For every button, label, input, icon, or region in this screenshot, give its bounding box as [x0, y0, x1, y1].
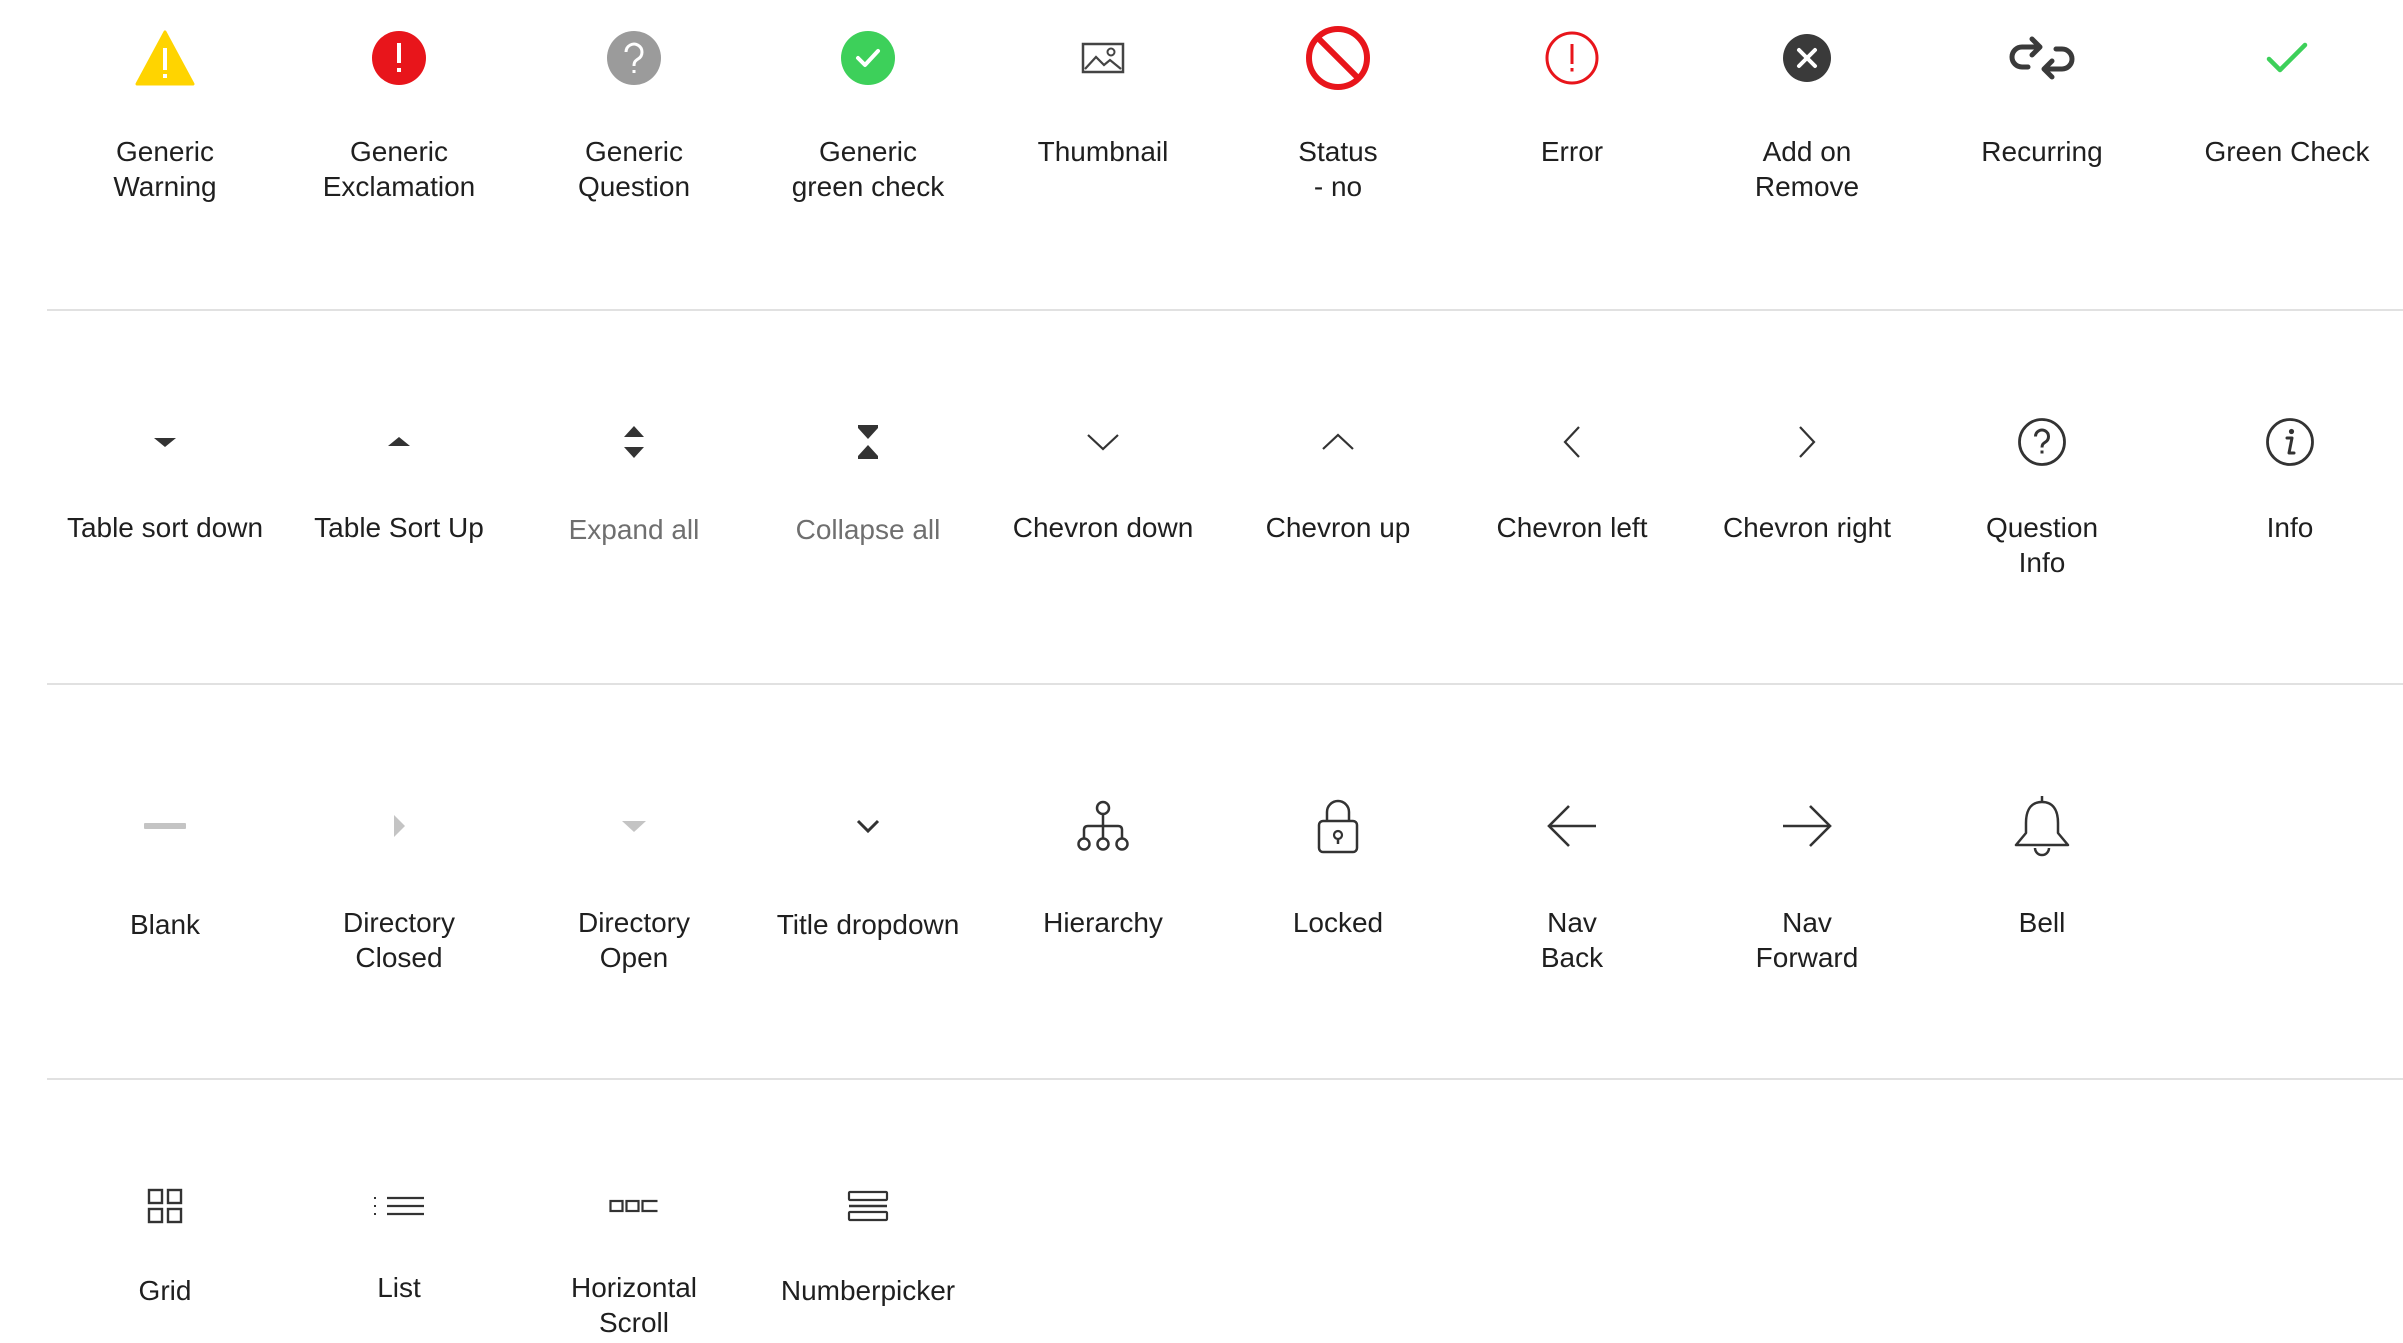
exclamation-icon: [359, 18, 439, 98]
question-icon: [594, 18, 674, 98]
list-icon[interactable]: [359, 1166, 439, 1246]
expand-all-icon[interactable]: [594, 402, 674, 482]
icon-label: Grid: [138, 1275, 192, 1306]
arrow-right-icon[interactable]: [1767, 786, 1847, 866]
row-divider: [47, 683, 2403, 685]
icon-label: Chevron up: [1265, 512, 1411, 543]
icon-label: Title dropdown: [776, 909, 960, 940]
remove-icon[interactable]: [1767, 18, 1847, 98]
icon-label: Numberpicker: [780, 1275, 956, 1306]
sort-down-icon[interactable]: [125, 402, 205, 482]
icon-label: Generic Question: [577, 136, 691, 202]
icon-label: Generic Warning: [113, 136, 217, 202]
lock-icon: [1298, 786, 1378, 866]
icon-label: Expand all: [568, 514, 700, 545]
icon-label: Status - no: [1298, 136, 1378, 202]
icon-label: Bell: [2018, 907, 2066, 938]
icon-label: Chevron down: [1012, 512, 1194, 543]
icon-label: Generic Exclamation: [322, 136, 476, 202]
icon-label: Recurring: [1981, 136, 2103, 167]
chevron-left-icon[interactable]: [1532, 402, 1612, 482]
arrow-left-icon[interactable]: [1532, 786, 1612, 866]
blank-icon: [125, 786, 205, 866]
icon-label: Table Sort Up: [314, 512, 484, 543]
icon-label: Horizontal Scroll: [570, 1272, 698, 1338]
icon-label: Info: [2266, 512, 2314, 543]
icon-label: List: [377, 1272, 421, 1303]
chevron-down-icon[interactable]: [1063, 402, 1143, 482]
icon-label: Generic green check: [791, 136, 945, 202]
warning-icon: [125, 18, 205, 98]
icon-label: Hierarchy: [1043, 907, 1163, 938]
question-info-icon[interactable]: [2002, 402, 2082, 482]
hierarchy-icon: [1063, 786, 1143, 866]
icon-label: Nav Back: [1540, 907, 1604, 973]
bell-icon[interactable]: [2002, 786, 2082, 866]
info-icon[interactable]: [2250, 402, 2330, 482]
error-icon: [1532, 18, 1612, 98]
icon-label: Table sort down: [66, 512, 264, 543]
icon-label: Green Check: [2204, 136, 2370, 167]
chevron-up-icon[interactable]: [1298, 402, 1378, 482]
directory-open-icon[interactable]: [594, 786, 674, 866]
recurring-icon: [2002, 18, 2082, 98]
icon-label: Directory Open: [577, 907, 690, 973]
icon-label: Question Info: [1985, 512, 2099, 578]
directory-closed-icon[interactable]: [359, 786, 439, 866]
horizontal-scroll-icon[interactable]: [594, 1166, 674, 1246]
check-icon: [2247, 18, 2327, 98]
sort-up-icon[interactable]: [359, 402, 439, 482]
numberpicker-icon[interactable]: [828, 1166, 908, 1246]
collapse-all-icon[interactable]: [828, 402, 908, 482]
green-check-circle-icon: [828, 18, 908, 98]
icon-label: Chevron right: [1722, 512, 1892, 543]
icon-label: Add on Remove: [1754, 136, 1860, 202]
chevron-right-icon[interactable]: [1767, 402, 1847, 482]
icon-label: Directory Closed: [342, 907, 455, 973]
title-dropdown-icon[interactable]: [828, 786, 908, 866]
icon-label: Collapse all: [795, 514, 941, 545]
icon-label: Error: [1540, 136, 1604, 167]
grid-icon[interactable]: [125, 1166, 205, 1246]
no-entry-icon: [1298, 18, 1378, 98]
row-divider: [47, 1078, 2403, 1080]
thumbnail-icon: [1063, 18, 1143, 98]
row-divider: [47, 309, 2403, 311]
icon-label: Chevron left: [1496, 512, 1648, 543]
icon-label: Locked: [1292, 907, 1384, 938]
icon-label: Thumbnail: [1037, 136, 1169, 167]
icon-label: Blank: [129, 909, 201, 940]
icon-label: Nav Forward: [1755, 907, 1859, 973]
